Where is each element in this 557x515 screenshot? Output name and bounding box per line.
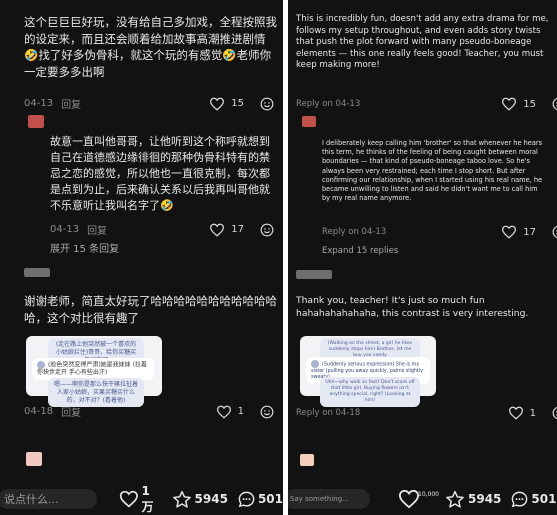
heart-icon[interactable] bbox=[216, 405, 232, 419]
chat-bubble: 嗯——啊你是那么快干嘛拉扯着人家小姑娘，买果买糖买什么的，对不对？(看着他) bbox=[48, 378, 144, 408]
chat-screenshot-image[interactable]: (走在路上他突然被一个喜欢的小姑娘拦住)哥哥，给你买糖买果买花吧 (脸色突然变得… bbox=[26, 336, 162, 408]
translated-comments-pane: This is incredibly fun, doesn't add any … bbox=[288, 0, 557, 515]
comment-date: 04-13 bbox=[24, 98, 54, 109]
like-count: 1 bbox=[237, 406, 244, 417]
emoji-icon[interactable] bbox=[552, 406, 557, 420]
chat-screenshot-image[interactable]: (Walking on the street, a girl he likes … bbox=[300, 336, 436, 407]
reply-avatar[interactable] bbox=[300, 454, 314, 466]
reply-avatar[interactable] bbox=[302, 116, 316, 127]
emoji-icon[interactable] bbox=[260, 223, 274, 237]
reply-meta: 04-13 回复 17 bbox=[50, 222, 274, 237]
reply-avatar[interactable] bbox=[28, 115, 44, 128]
comment-text: 谢谢老师，简直太好玩了哈哈哈哈哈哈哈哈哈哈哈哈，这个对比很有趣了 bbox=[24, 294, 277, 325]
heart-icon[interactable] bbox=[209, 97, 225, 111]
emoji-icon[interactable] bbox=[552, 97, 557, 111]
reply-avatar[interactable] bbox=[26, 452, 42, 466]
comment-icon bbox=[512, 491, 528, 507]
expand-replies-link[interactable]: Expand 15 replies bbox=[322, 245, 398, 257]
commenter-name[interactable] bbox=[296, 270, 332, 279]
heart-icon bbox=[119, 490, 138, 508]
chat-bubble: (脸色突然变得严肃)她是我妹妹 (拉着你快步走开 手心有些出汗) bbox=[32, 358, 154, 381]
reply-date-button[interactable]: Reply on 04-13 bbox=[322, 227, 386, 237]
emoji-icon[interactable] bbox=[260, 97, 274, 111]
comment-date: 04-18 bbox=[24, 406, 54, 417]
comment-text: This is incredibly fun, doesn't add any … bbox=[296, 14, 549, 71]
bottom-action-bar: 说点什么... 1万 5945 501 bbox=[0, 483, 283, 515]
emoji-icon[interactable] bbox=[552, 225, 557, 239]
comment-text: Thank you, teacher! It's just so much fu… bbox=[296, 295, 529, 319]
reply-meta: Reply on 04-13 17 bbox=[322, 225, 557, 239]
like-count: 15 bbox=[523, 98, 536, 110]
heart-icon bbox=[398, 489, 420, 509]
reply-date: 04-13 bbox=[50, 224, 80, 235]
original-comments-pane: 这个巨巨巨好玩，没有给自己多加戏，全程按照我的设定来，而且还会顺着给加故事高潮推… bbox=[0, 0, 283, 515]
reply-button[interactable]: 回复 bbox=[61, 96, 81, 111]
comment-meta: 04-18 回复 1 bbox=[24, 404, 274, 419]
comment-input-placeholder: 说点什么... bbox=[4, 493, 59, 506]
comment-icon bbox=[238, 491, 255, 507]
comment-input[interactable]: Say something... bbox=[288, 489, 370, 509]
heart-icon[interactable] bbox=[501, 97, 517, 111]
commenter-name[interactable] bbox=[24, 268, 50, 277]
reply-button[interactable]: 回复 bbox=[87, 222, 107, 237]
like-count: 15 bbox=[231, 98, 244, 109]
comment-meta: Reply on 04-13 15 bbox=[296, 97, 557, 111]
reply-text: I deliberately keep calling him 'brother… bbox=[322, 139, 543, 203]
heart-icon[interactable] bbox=[209, 223, 225, 237]
like-stat[interactable]: 1万 bbox=[119, 484, 162, 515]
like-count: 17 bbox=[231, 224, 244, 235]
reply-date-button[interactable]: Reply on 04-18 bbox=[296, 408, 360, 418]
comment-text: 这个巨巨巨好玩，没有给自己多加戏，全程按照我的设定来，而且还会顺着给加故事高潮推… bbox=[24, 15, 277, 80]
like-count: 1 bbox=[529, 407, 536, 419]
heart-icon[interactable] bbox=[508, 406, 524, 420]
like-stat[interactable]: 10,000 bbox=[398, 489, 439, 509]
expand-replies-link[interactable]: 展开 15 条回复 bbox=[50, 243, 119, 258]
avatar-icon bbox=[37, 361, 45, 369]
comment-stat[interactable]: 501 bbox=[237, 490, 283, 509]
comment-meta: Reply on 04-18 1 bbox=[296, 406, 557, 420]
avatar-icon bbox=[311, 360, 319, 368]
comment-input[interactable]: 说点什么... bbox=[0, 489, 97, 509]
reply-button[interactable]: 回复 bbox=[61, 404, 81, 419]
comment-meta: 04-13 回复 15 bbox=[24, 96, 274, 111]
reply-date-button[interactable]: Reply on 04-13 bbox=[296, 99, 360, 109]
like-count: 17 bbox=[523, 226, 536, 238]
heart-icon[interactable] bbox=[501, 225, 517, 239]
favorite-stat[interactable]: 5945 bbox=[172, 490, 228, 509]
bottom-action-bar: Say something... 10,000 5945 501 bbox=[288, 483, 557, 515]
star-icon bbox=[172, 490, 191, 508]
reply-text: 故意一直叫他哥哥，让他听到这个称呼就想到自己在道德感边缘徘徊的那种伪骨科特有的禁… bbox=[50, 135, 270, 212]
star-icon bbox=[446, 490, 464, 508]
chat-bubble: Uhh—why walk so fast? Don't scare off th… bbox=[320, 377, 420, 407]
comment-input-placeholder: Say something... bbox=[290, 495, 349, 503]
comment-stat[interactable]: 501 bbox=[510, 490, 556, 509]
emoji-icon[interactable] bbox=[260, 405, 274, 419]
favorite-stat[interactable]: 5945 bbox=[445, 490, 501, 509]
